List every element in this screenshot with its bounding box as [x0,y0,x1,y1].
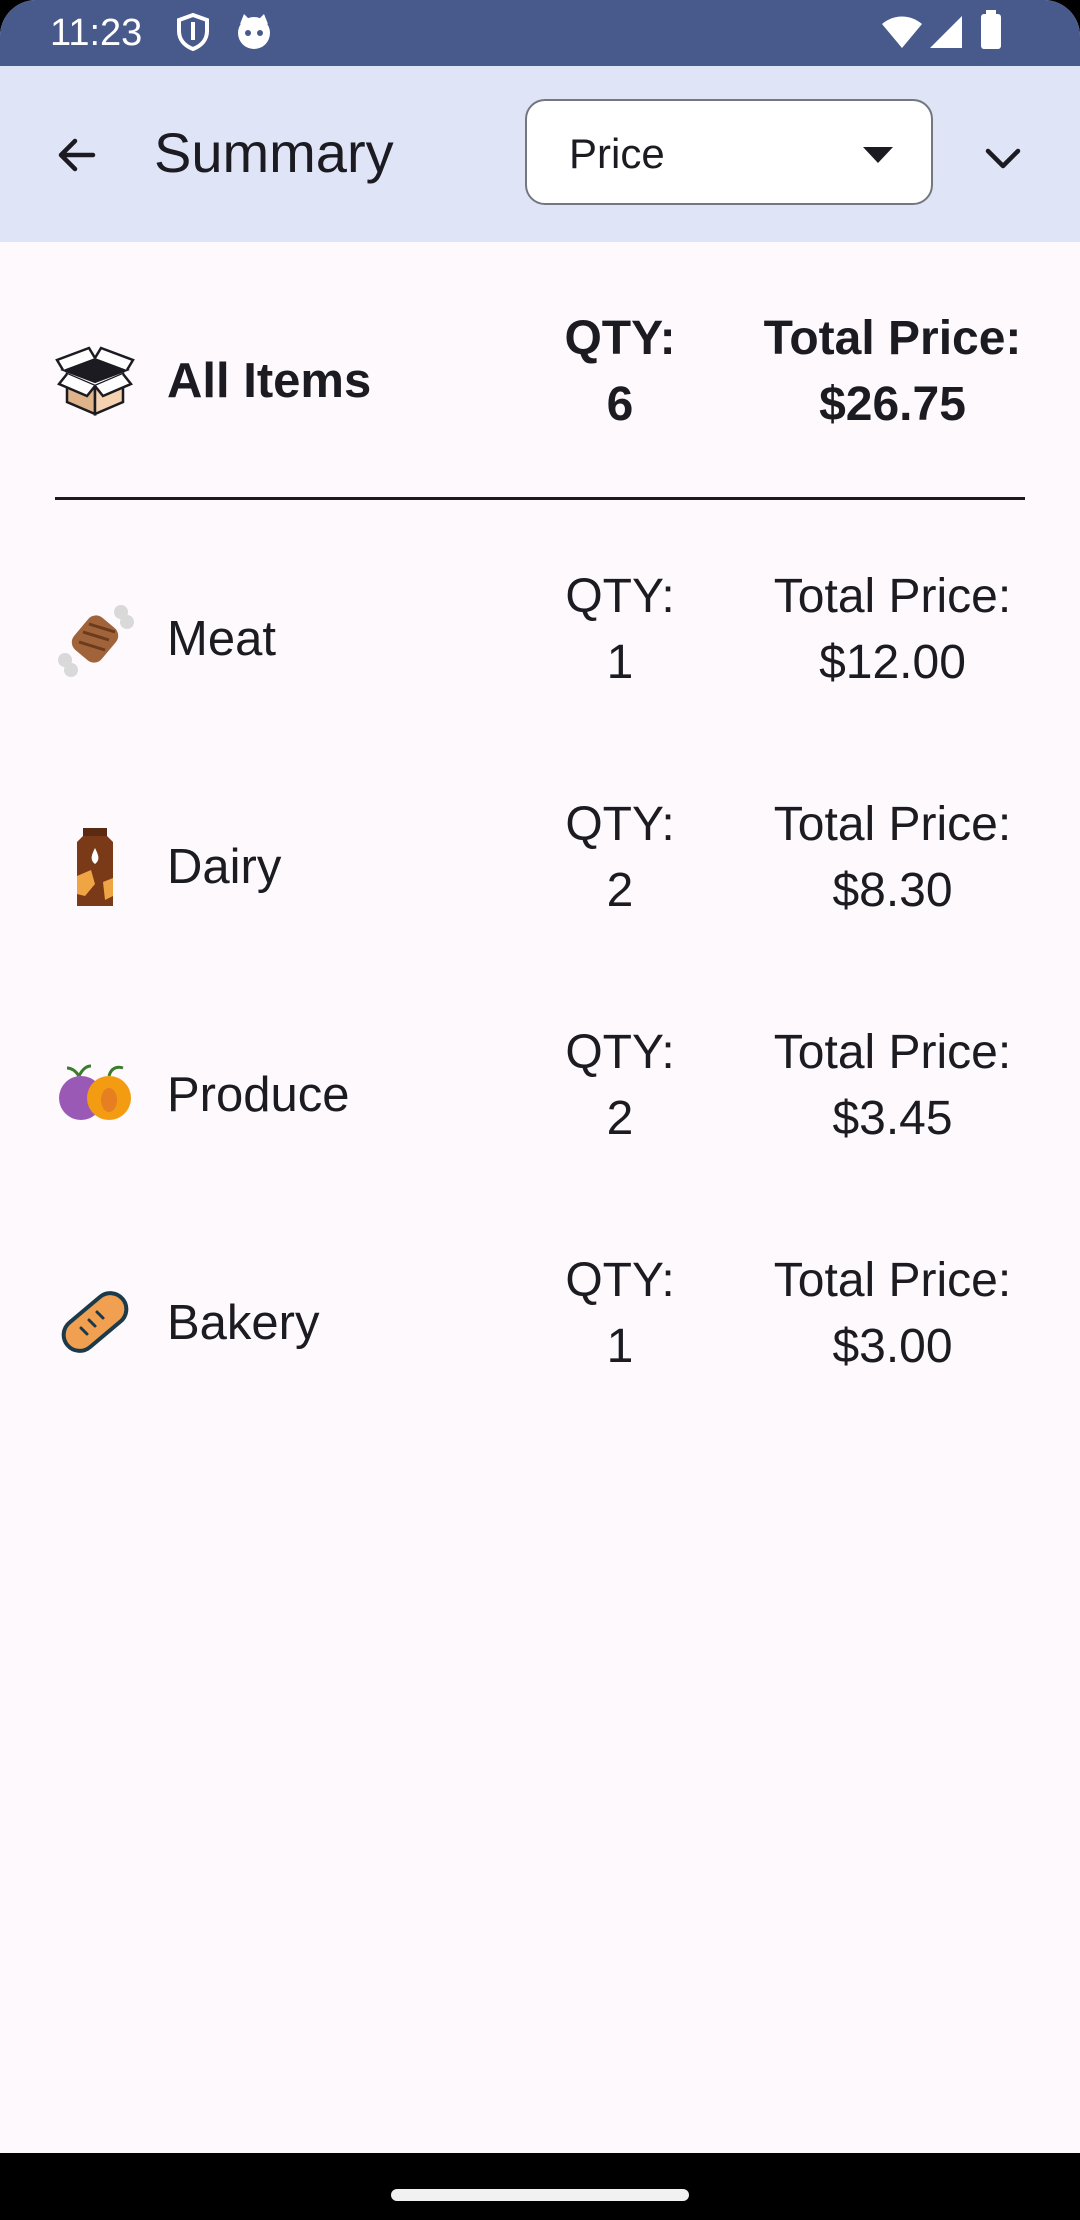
summary-row-name: Meat [167,612,276,666]
meat-icon [58,605,134,677]
summary-row-all-items: All Items QTY: 6 Total Price: $26.75 [0,306,1080,446]
qty-label: QTY: [565,798,675,851]
price-label: Total Price: [773,570,1012,623]
screen: 11:23 Summary Price All Items QTY: 6 Tot… [0,0,1080,2220]
home-handle[interactable] [391,2189,689,2201]
price-value: $26.75 [819,378,966,431]
navigation-bar [0,2153,1080,2220]
price-label: Total Price: [763,312,1022,365]
summary-row-name: All Items [167,354,372,408]
summary-row-produce: Produce QTY: 2 Total Price: $3.45 [0,1020,1080,1160]
milk-carton-icon [77,828,113,906]
price-value: $12.00 [819,636,966,689]
app-bar: Summary Price [0,66,1080,242]
price-cell: Total Price: $12.00 [740,564,1045,696]
qty-cell: QTY: 2 [540,792,700,924]
wifi-icon [882,16,922,48]
bread-icon [61,1291,129,1353]
qty-label: QTY: [565,570,675,623]
qty-cell: QTY: 2 [540,1020,700,1152]
open-box-icon [55,346,135,416]
summary-row-name: Produce [167,1068,350,1122]
status-bar: 11:23 [0,0,1080,66]
battery-icon [981,10,1001,49]
shield-icon [177,12,209,52]
summary-row-name: Dairy [167,840,282,894]
qty-cell: QTY: 1 [540,1248,700,1380]
summary-row-name: Bakery [167,1296,320,1350]
price-value: $3.00 [832,1320,953,1373]
signal-icon [930,16,962,48]
qty-value: 1 [606,636,634,689]
arrow-left-icon [58,138,96,172]
price-label: Total Price: [773,1026,1012,1079]
price-label: Total Price: [773,1254,1012,1307]
qty-cell: QTY: 1 [540,564,700,696]
summary-row-dairy: Dairy QTY: 2 Total Price: $8.30 [0,792,1080,932]
status-time: 11:23 [50,12,143,54]
qty-value: 2 [606,864,634,917]
qty-label: QTY: [565,1026,675,1079]
divider [55,497,1025,500]
price-cell: Total Price: $26.75 [740,306,1045,438]
expand-button[interactable] [966,122,1040,196]
price-value: $8.30 [832,864,953,917]
summary-row-bakery: Bakery QTY: 1 Total Price: $3.00 [0,1248,1080,1388]
qty-value: 2 [606,1092,634,1145]
chevron-down-icon [985,148,1021,169]
sort-dropdown[interactable]: Price [525,99,933,205]
price-cell: Total Price: $3.00 [740,1248,1045,1380]
qty-value: 1 [606,1320,634,1373]
fruit-icon [59,1064,131,1120]
price-cell: Total Price: $3.45 [740,1020,1045,1152]
sort-dropdown-value: Price [569,130,665,177]
price-value: $3.45 [832,1092,953,1145]
qty-value: 6 [606,378,634,431]
page-title: Summary [154,121,394,184]
price-label: Total Price: [773,798,1012,851]
qty-label: QTY: [565,1254,675,1307]
back-button[interactable] [40,118,114,192]
cat-icon [238,14,270,49]
summary-row-meat: Meat QTY: 1 Total Price: $12.00 [0,564,1080,704]
qty-cell: QTY: 6 [540,306,700,438]
caret-down-icon [863,147,893,163]
price-cell: Total Price: $8.30 [740,792,1045,924]
qty-label: QTY: [564,312,676,365]
